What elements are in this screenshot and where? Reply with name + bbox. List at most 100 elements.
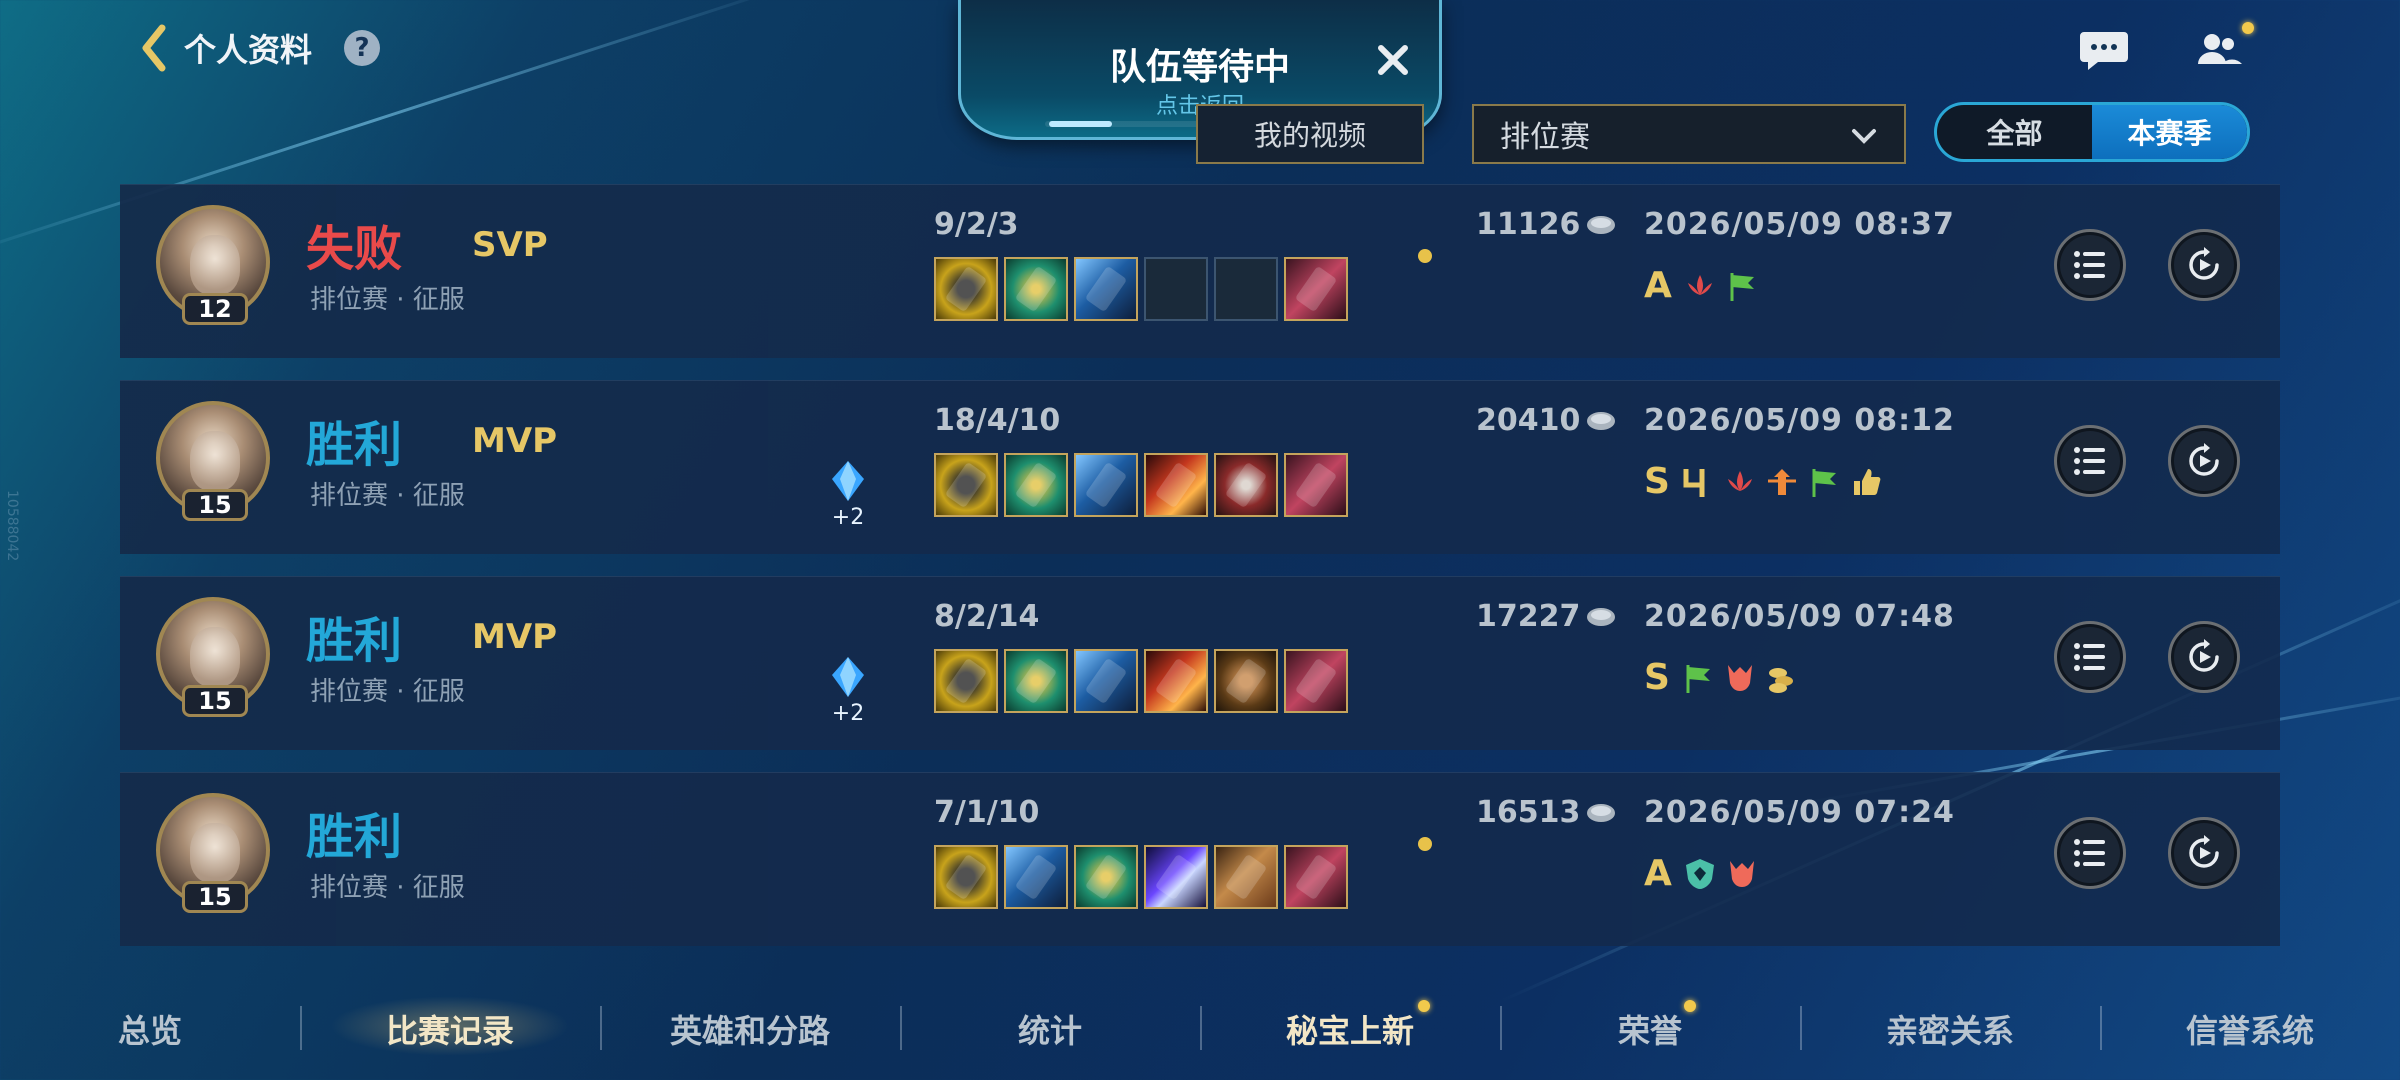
item-slot — [934, 845, 998, 909]
demon-icon — [1729, 860, 1754, 887]
help-icon[interactable]: ? — [344, 30, 381, 66]
match-result: 胜利 — [306, 417, 403, 473]
gold-coin-icon — [1587, 411, 1616, 430]
tab-statistics[interactable]: 统计 — [900, 1006, 1200, 1052]
replay-button[interactable] — [2168, 621, 2240, 693]
gold-value: 16513 — [1476, 795, 1581, 830]
tab-treasure[interactable]: 秘宝上新 — [1200, 1006, 1500, 1052]
item-slot-empty — [1214, 257, 1278, 321]
item-slot — [1284, 845, 1348, 909]
match-mode: 排位赛 · 征服 — [310, 481, 465, 511]
back-button[interactable]: 个人资料 ? — [140, 24, 381, 72]
item-slot — [934, 649, 998, 713]
match-row[interactable]: 15 胜利 MVP 排位赛 · 征服 +2 18/4/10 20410 2026… — [120, 380, 2280, 554]
performance-badges: A — [1644, 265, 1760, 306]
item-slot — [934, 257, 998, 321]
item-build — [934, 453, 1348, 517]
tab-overview[interactable]: 总览 — [0, 1006, 300, 1052]
item-slot — [1074, 257, 1138, 321]
match-datetime: 2026/05/09 07:48 — [1644, 599, 1955, 634]
item-build — [934, 649, 1348, 713]
grade: S — [1644, 461, 1670, 502]
queue-progress-fill — [1049, 121, 1113, 127]
gold: 16513 — [1476, 795, 1618, 830]
nav-divider — [600, 1006, 602, 1050]
mode-select-value: 排位赛 — [1500, 120, 1590, 155]
item-slot — [1284, 649, 1348, 713]
match-detail-button[interactable] — [2054, 425, 2126, 497]
replay-icon — [2189, 639, 2219, 672]
bottom-nav: 总览 比赛记录 英雄和分路 统计 秘宝上新 荣誉 亲密关系 信誉系统 — [0, 988, 2400, 1070]
rank-gem: +2 — [828, 655, 868, 726]
nav-divider — [2100, 1006, 2102, 1050]
item-pin-icon — [1418, 249, 1432, 263]
item-slot — [1144, 649, 1208, 713]
item-slot-empty — [1144, 257, 1208, 321]
my-video-button[interactable]: 我的视频 — [1196, 104, 1424, 164]
replay-button[interactable] — [2168, 425, 2240, 497]
lotus-icon — [1687, 274, 1712, 295]
tab-honor[interactable]: 荣誉 — [1500, 1006, 1800, 1052]
mode-select[interactable]: 排位赛 — [1472, 104, 1906, 164]
performance-badges: S — [1644, 657, 1800, 698]
match-detail-button[interactable] — [2054, 817, 2126, 889]
replay-icon — [2189, 835, 2219, 868]
friends-icon[interactable] — [2188, 20, 2248, 80]
replay-button[interactable] — [2168, 229, 2240, 301]
grade: A — [1644, 853, 1672, 894]
notification-dot — [1684, 1000, 1696, 1012]
season-toggle[interactable]: 全部 本赛季 — [1934, 102, 2250, 162]
kda: 8/2/14 — [934, 599, 1040, 634]
match-mode: 排位赛 · 征服 — [310, 285, 465, 315]
diamond-icon — [832, 461, 864, 501]
quadra-kill-icon — [1683, 468, 1705, 497]
item-build — [934, 845, 1348, 909]
notification-dot — [1418, 1000, 1430, 1012]
gold-value: 17227 — [1476, 599, 1581, 634]
match-row[interactable]: 15 胜利 排位赛 · 征服 7/1/10 16513 2026/05/09 0… — [120, 772, 2280, 946]
season-option-all[interactable]: 全部 — [1937, 105, 2092, 159]
item-slot — [1144, 845, 1208, 909]
kda: 9/2/3 — [934, 207, 1019, 242]
season-option-current[interactable]: 本赛季 — [2092, 105, 2247, 159]
gold-value: 11126 — [1476, 207, 1581, 242]
item-slot — [1004, 257, 1068, 321]
match-result: 胜利 — [306, 613, 403, 669]
chat-icon[interactable] — [2074, 20, 2134, 80]
match-result: 胜利 — [306, 809, 403, 865]
coins-icon — [1768, 667, 1793, 693]
item-slot — [1284, 257, 1348, 321]
tab-heroes-lanes[interactable]: 英雄和分路 — [600, 1006, 900, 1052]
shield-icon — [1685, 858, 1714, 889]
match-datetime: 2026/05/09 08:37 — [1644, 207, 1955, 242]
match-row[interactable]: 15 胜利 MVP 排位赛 · 征服 +2 8/2/14 17227 2026/… — [120, 576, 2280, 750]
nav-divider — [1200, 1006, 1202, 1050]
tab-relations[interactable]: 亲密关系 — [1800, 1006, 2100, 1052]
side-watermark: 10588042 — [4, 490, 20, 562]
grade: A — [1644, 265, 1672, 306]
match-detail-button[interactable] — [2054, 229, 2126, 301]
item-slot — [1004, 453, 1068, 517]
demon-icon — [1727, 664, 1752, 691]
level-badge: 12 — [182, 293, 248, 325]
list-icon — [2074, 839, 2105, 867]
gold-coin-icon — [1587, 803, 1616, 822]
nav-divider — [1800, 1006, 1802, 1050]
item-slot — [934, 453, 998, 517]
lotus-icon — [1727, 470, 1752, 491]
tab-match-history[interactable]: 比赛记录 — [300, 996, 600, 1056]
match-detail-button[interactable] — [2054, 621, 2126, 693]
item-slot — [1214, 453, 1278, 517]
flag-icon — [1686, 664, 1710, 693]
match-list: 12 失败 SVP 排位赛 · 征服 9/2/3 11126 2026/05/0… — [120, 184, 2280, 968]
level-badge: 15 — [182, 685, 248, 717]
item-slot — [1214, 649, 1278, 713]
performance-badges: S — [1644, 461, 1884, 502]
tab-credit[interactable]: 信誉系统 — [2100, 1006, 2400, 1052]
close-icon[interactable] — [1373, 40, 1413, 80]
match-row[interactable]: 12 失败 SVP 排位赛 · 征服 9/2/3 11126 2026/05/0… — [120, 184, 2280, 358]
match-mode: 排位赛 · 征服 — [310, 873, 465, 903]
replay-button[interactable] — [2168, 817, 2240, 889]
list-icon — [2074, 447, 2105, 475]
nav-divider — [900, 1006, 902, 1050]
